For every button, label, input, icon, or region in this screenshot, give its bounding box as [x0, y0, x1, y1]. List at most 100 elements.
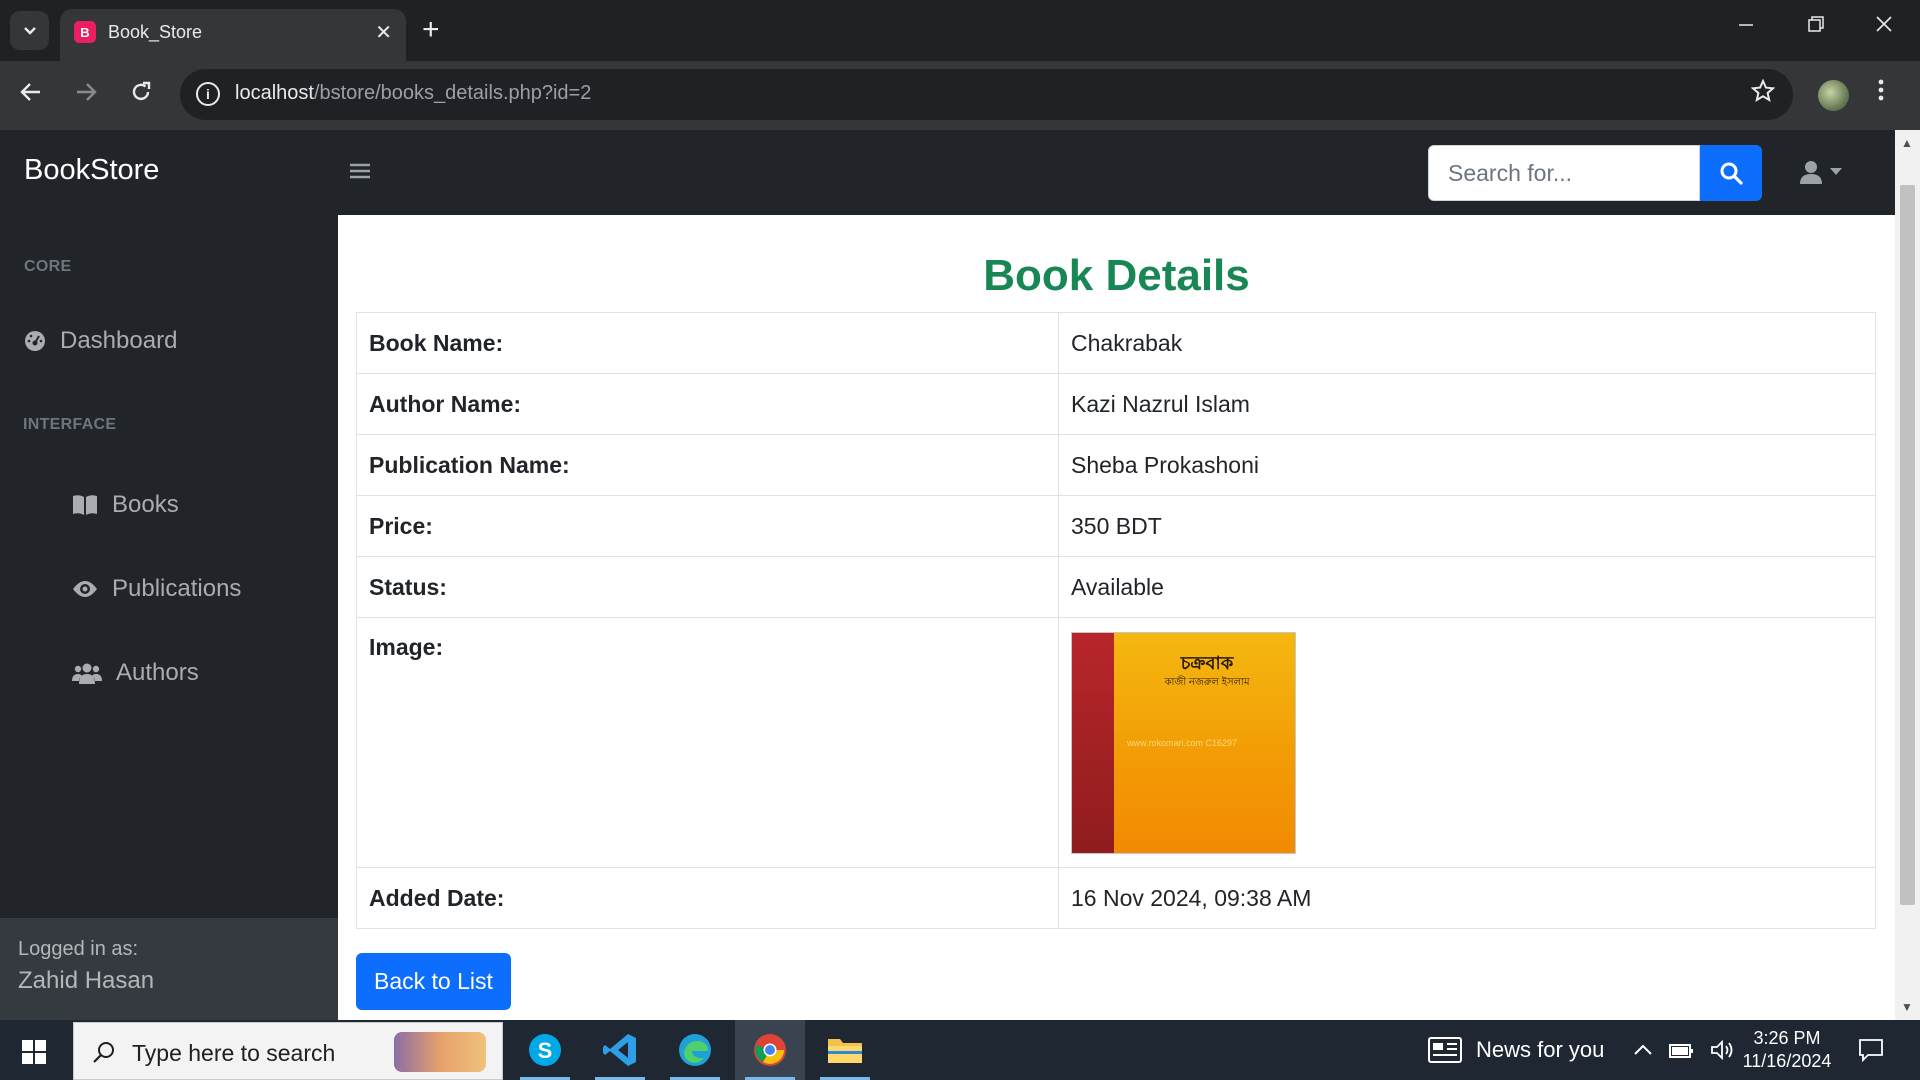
- row-value: চক্রবাক কাজী নজরুল ইসলাম www.rokomari.co…: [1058, 617, 1876, 868]
- battery-icon[interactable]: [1668, 1041, 1694, 1059]
- sidebar-heading-interface: INTERFACE: [23, 416, 117, 433]
- folder-icon: [828, 1039, 862, 1063]
- search-highlight-image: [394, 1032, 486, 1072]
- page-scrollbar[interactable]: ▲ ▼: [1895, 130, 1920, 1020]
- book-spine: [1072, 633, 1114, 853]
- sidebar-item-label: Dashboard: [60, 327, 178, 354]
- search-button[interactable]: [1700, 145, 1762, 201]
- row-value: Kazi Nazrul Islam: [1058, 373, 1876, 435]
- bookmark-star-icon[interactable]: [1750, 78, 1776, 110]
- vscode-icon: [603, 1034, 636, 1066]
- browser-tab[interactable]: B Book_Store ✕: [60, 9, 406, 61]
- new-tab-button[interactable]: +: [422, 12, 440, 48]
- taskbar-file-explorer[interactable]: [810, 1020, 880, 1080]
- row-value: 350 BDT: [1058, 495, 1876, 557]
- cover-watermark: www.rokomari.com C16297: [1127, 738, 1238, 748]
- row-value: Chakrabak: [1058, 312, 1876, 374]
- browser-toolbar: i localhost/bstore/books_details.php?id=…: [0, 61, 1920, 130]
- search-input[interactable]: [1428, 145, 1700, 201]
- reload-icon[interactable]: [130, 79, 152, 109]
- row-value: Available: [1058, 556, 1876, 618]
- tab-close-icon[interactable]: ✕: [375, 20, 392, 45]
- search-group: [1428, 145, 1762, 201]
- row-label: Status:: [356, 556, 1059, 618]
- sidebar-item-authors[interactable]: Authors: [72, 659, 199, 687]
- scroll-down-icon[interactable]: ▼: [1901, 1000, 1913, 1014]
- notifications-button[interactable]: [1858, 1020, 1884, 1080]
- row-label: Book Name:: [356, 312, 1059, 374]
- row-label: Price:: [356, 495, 1059, 557]
- dashboard-gauge-icon: [25, 331, 45, 351]
- taskbar-skype[interactable]: S: [510, 1020, 580, 1080]
- tab-title: Book_Store: [108, 22, 203, 42]
- sidebar-item-label: Books: [112, 491, 179, 518]
- sidebar-toggle-icon[interactable]: [350, 155, 370, 186]
- address-bar[interactable]: i localhost/bstore/books_details.php?id=…: [180, 69, 1793, 120]
- taskbar-search[interactable]: Type here to search: [73, 1022, 503, 1080]
- site-info-icon[interactable]: i: [196, 82, 220, 106]
- app-brand[interactable]: BookStore: [24, 154, 159, 187]
- tab-search-button[interactable]: [10, 11, 49, 50]
- taskbar-vscode[interactable]: [585, 1020, 655, 1080]
- table-row: Image: চক্রবাক কাজী নজরুল ইসলাম www.roko…: [356, 617, 1876, 868]
- clock-date: 11/16/2024: [1742, 1051, 1832, 1071]
- restore-icon[interactable]: [1808, 12, 1824, 38]
- system-tray: [1634, 1020, 1734, 1080]
- scroll-up-icon[interactable]: ▲: [1901, 136, 1913, 150]
- chevron-down-icon: [23, 26, 36, 35]
- sidebar-item-label: Authors: [116, 659, 199, 686]
- sidebar-item-publications[interactable]: Publications: [72, 575, 241, 603]
- skype-icon: S: [529, 1034, 561, 1066]
- cover-author: কাজী নজরুল ইসলাম: [1164, 677, 1250, 688]
- sidebar-item-dashboard[interactable]: Dashboard: [24, 327, 177, 355]
- clock[interactable]: 3:26 PM 11/16/2024: [1742, 1020, 1832, 1080]
- taskbar-edge[interactable]: [660, 1020, 730, 1080]
- taskbar-search-text: Type here to search: [132, 1040, 336, 1066]
- minimize-icon[interactable]: [1738, 12, 1754, 38]
- clock-time: 3:26 PM: [1753, 1028, 1821, 1048]
- browser-menu-icon[interactable]: [1878, 77, 1884, 111]
- favicon-icon: B: [74, 21, 96, 43]
- sidebar-footer: Logged in as: Zahid Hasan: [0, 918, 338, 1020]
- windows-start-icon[interactable]: [22, 1040, 46, 1064]
- chevron-up-icon[interactable]: [1634, 1044, 1652, 1056]
- sidebar-heading-core: CORE: [24, 258, 72, 275]
- row-label: Added Date:: [356, 867, 1059, 929]
- app-topnav: BookStore: [0, 130, 1895, 215]
- close-window-icon[interactable]: [1876, 12, 1892, 38]
- logged-in-user: Zahid Hasan: [18, 967, 155, 994]
- users-icon: [72, 663, 102, 684]
- news-widget[interactable]: News for you: [1428, 1020, 1604, 1080]
- back-arrow-icon[interactable]: [20, 79, 42, 109]
- main-content: Book Details Book Name: Chakrabak Author…: [338, 215, 1895, 1020]
- table-row: Publication Name: Sheba Prokashoni: [356, 434, 1876, 496]
- page-title: Book Details: [983, 251, 1250, 300]
- web-page: BookStore CORE Dashboard INTERFACE Books…: [0, 130, 1895, 1020]
- row-label: Author Name:: [356, 373, 1059, 435]
- windows-taskbar: Type here to search S News for you 3:26 …: [0, 1020, 1920, 1080]
- scrollbar-thumb[interactable]: [1900, 185, 1915, 905]
- url-text[interactable]: localhost/bstore/books_details.php?id=2: [235, 82, 591, 105]
- back-to-list-button[interactable]: Back to List: [356, 953, 511, 1010]
- chrome-icon: [754, 1034, 786, 1066]
- book-details-table: Book Name: Chakrabak Author Name: Kazi N…: [356, 312, 1876, 929]
- table-row: Author Name: Kazi Nazrul Islam: [356, 373, 1876, 435]
- row-value: Sheba Prokashoni: [1058, 434, 1876, 496]
- news-icon: [1428, 1037, 1462, 1063]
- row-label: Image:: [356, 617, 1059, 868]
- table-row: Price: 350 BDT: [356, 495, 1876, 557]
- volume-icon[interactable]: [1710, 1040, 1734, 1060]
- eye-icon: [73, 581, 97, 597]
- forward-arrow-icon[interactable]: [75, 79, 97, 109]
- sidebar-item-books[interactable]: Books: [72, 491, 179, 519]
- row-value: 16 Nov 2024, 09:38 AM: [1058, 867, 1876, 929]
- user-menu-button[interactable]: [1800, 160, 1842, 184]
- sidebar: CORE Dashboard INTERFACE Books Publicati…: [0, 215, 338, 1020]
- profile-avatar[interactable]: [1818, 80, 1849, 111]
- row-label: Publication Name:: [356, 434, 1059, 496]
- taskbar-chrome[interactable]: [735, 1020, 805, 1080]
- table-row: Book Name: Chakrabak: [356, 312, 1876, 374]
- book-cover-image: চক্রবাক কাজী নজরুল ইসলাম www.rokomari.co…: [1071, 632, 1296, 854]
- browser-titlebar: B Book_Store ✕ +: [0, 0, 1920, 61]
- notification-icon: [1859, 1039, 1883, 1062]
